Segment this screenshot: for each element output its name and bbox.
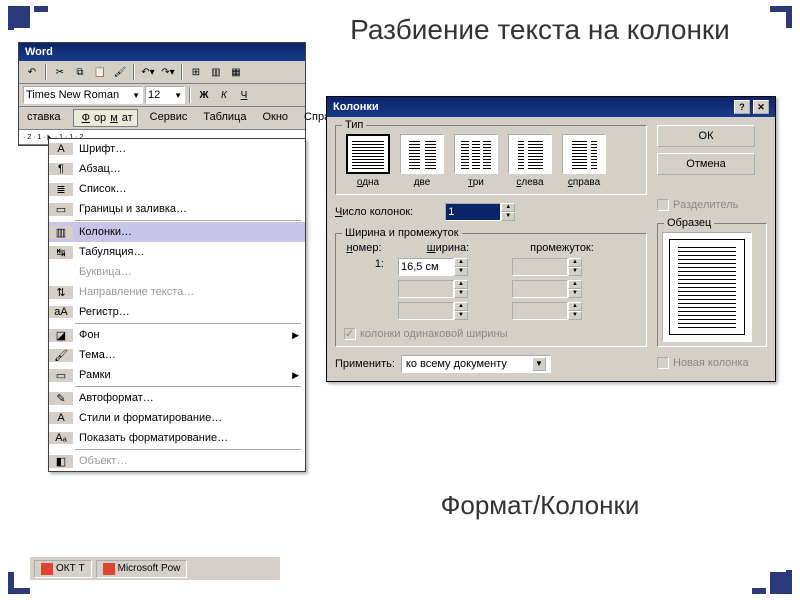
menu-item-icon: ↹ bbox=[49, 246, 73, 259]
word-window: Word ↶ ✂ ⧉ 📋 🖌 ↶▾ ↷▾ ⊞ ▥ ▦ Times New Rom… bbox=[18, 42, 306, 146]
menu-item: ◧Объект… bbox=[49, 451, 305, 471]
word-titlebar: Word bbox=[19, 43, 305, 61]
menu-item[interactable]: ◪Фон▶ bbox=[49, 325, 305, 345]
menu-item[interactable]: ▭Границы и заливка… bbox=[49, 199, 305, 219]
menu-item-icon: ≣ bbox=[49, 183, 73, 196]
menu-item[interactable]: 🖌Тема… bbox=[49, 345, 305, 365]
menu-format[interactable]: Формат bbox=[73, 109, 138, 127]
menu-item-icon: ▭ bbox=[49, 369, 73, 382]
menu-item-icon: aA bbox=[49, 306, 73, 318]
paste-icon[interactable]: 📋 bbox=[91, 63, 109, 81]
brush-icon[interactable]: 🖌 bbox=[111, 63, 129, 81]
menubar: ставка Формат Сервис Таблица Окно Справн bbox=[19, 107, 305, 129]
taskbar: ОКТ Т Microsoft Pow bbox=[30, 556, 280, 580]
menu-item-icon: ▥ bbox=[49, 226, 73, 239]
menu-item-icon: ◪ bbox=[49, 329, 73, 342]
menu-item[interactable]: ≣Список… bbox=[49, 179, 305, 199]
menu-tablica[interactable]: Таблица bbox=[199, 109, 250, 127]
menu-item-icon: A bbox=[49, 412, 73, 424]
toolbar-btn[interactable]: ↶ bbox=[23, 63, 41, 81]
toolbar-btn[interactable]: ▥ bbox=[207, 63, 225, 81]
spin-down-icon[interactable]: ▼ bbox=[501, 212, 515, 221]
width1-spinner[interactable]: ▲▼ bbox=[398, 258, 498, 276]
format-dropdown-menu: AШрифт…¶Абзац…≣Список…▭Границы и заливка… bbox=[48, 138, 306, 472]
menu-item[interactable]: ↹Табуляция… bbox=[49, 242, 305, 262]
bold-button[interactable]: Ж bbox=[195, 86, 213, 104]
menu-vstavka[interactable]: ставка bbox=[23, 109, 65, 127]
chevron-down-icon[interactable]: ▼ bbox=[532, 357, 546, 371]
font-name-combo[interactable]: Times New Roman▼ bbox=[23, 86, 143, 104]
toolbar-btn[interactable]: ▦ bbox=[227, 63, 245, 81]
underline-button[interactable]: Ч bbox=[235, 86, 253, 104]
menu-item-icon: ¶ bbox=[49, 163, 73, 175]
menu-item[interactable]: ✎Автоформат… bbox=[49, 388, 305, 408]
new-column-checkbox: Новая колонка bbox=[657, 357, 767, 369]
menu-item-icon: ◧ bbox=[49, 455, 73, 468]
apply-combo[interactable]: ко всему документу ▼ bbox=[401, 355, 551, 373]
menu-item[interactable]: ▥Колонки… bbox=[49, 222, 305, 242]
num-cols-spinner[interactable]: ▲▼ bbox=[445, 203, 515, 221]
undo-icon[interactable]: ↶▾ bbox=[139, 63, 157, 81]
menu-item-icon: A bbox=[49, 143, 73, 155]
italic-button[interactable]: К bbox=[215, 86, 233, 104]
spin-up-icon[interactable]: ▲ bbox=[501, 203, 515, 212]
menu-servis[interactable]: Сервис bbox=[146, 109, 192, 127]
menu-item-icon: ✎ bbox=[49, 392, 73, 405]
ok-button[interactable]: ОК bbox=[657, 125, 755, 147]
preset-two[interactable]: две bbox=[398, 134, 446, 188]
copy-icon[interactable]: ⧉ bbox=[71, 63, 89, 81]
cancel-button[interactable]: Отмена bbox=[657, 153, 755, 175]
menu-item[interactable]: ▭Рамки▶ bbox=[49, 365, 305, 385]
type-group: Тип однадветрислевасправа bbox=[335, 125, 647, 195]
close-icon[interactable]: ✕ bbox=[753, 100, 769, 114]
menu-item[interactable]: AСтили и форматирование… bbox=[49, 408, 305, 428]
num-cols-input[interactable] bbox=[445, 203, 501, 221]
preview-group: Образец bbox=[657, 223, 767, 347]
equal-width-checkbox: ✓ колонки одинаковой ширины bbox=[344, 328, 638, 340]
slide-subtitle: Формат/Колонки bbox=[300, 490, 780, 521]
menu-item-icon: ⇅ bbox=[49, 286, 73, 299]
submenu-arrow-icon: ▶ bbox=[292, 370, 305, 381]
gap1-spinner[interactable]: ▲▼ bbox=[512, 258, 612, 276]
menu-item-icon: Aₐ bbox=[49, 432, 73, 444]
menu-item-icon: 🖌 bbox=[49, 349, 73, 362]
preset-three[interactable]: три bbox=[452, 134, 500, 188]
menu-item[interactable]: AₐПоказать форматирование… bbox=[49, 428, 305, 448]
menu-item[interactable]: AШрифт… bbox=[49, 139, 305, 159]
num-cols-label: Число колонок: bbox=[335, 206, 413, 218]
menu-item-icon: ▭ bbox=[49, 203, 73, 216]
help-icon[interactable]: ? bbox=[734, 100, 750, 114]
taskbar-item[interactable]: ОКТ Т bbox=[34, 560, 92, 578]
submenu-arrow-icon: ▶ bbox=[292, 330, 305, 341]
redo-icon[interactable]: ↷▾ bbox=[159, 63, 177, 81]
menu-item: Буквица… bbox=[49, 262, 305, 282]
preset-left[interactable]: слева bbox=[506, 134, 554, 188]
width-gap-group: Ширина и промежуток номер: ширина: проме… bbox=[335, 233, 647, 347]
menu-item[interactable]: aAРегистр… bbox=[49, 302, 305, 322]
slide-title: Разбиение текста на колонки bbox=[300, 12, 780, 48]
toolbar-standard: ↶ ✂ ⧉ 📋 🖌 ↶▾ ↷▾ ⊞ ▥ ▦ bbox=[19, 61, 305, 84]
taskbar-item[interactable]: Microsoft Pow bbox=[96, 560, 188, 578]
toolbar-btn[interactable]: ⊞ bbox=[187, 63, 205, 81]
preview-box bbox=[662, 232, 752, 342]
menu-item[interactable]: ¶Абзац… bbox=[49, 159, 305, 179]
preset-one[interactable]: одна bbox=[344, 134, 392, 188]
columns-dialog: Колонки ? ✕ Тип однадветрислевасправа Чи… bbox=[326, 96, 776, 382]
font-size-combo[interactable]: 12▼ bbox=[145, 86, 185, 104]
preset-right[interactable]: справа bbox=[560, 134, 608, 188]
toolbar-format: Times New Roman▼ 12▼ Ж К Ч bbox=[19, 84, 305, 107]
menu-okno[interactable]: Окно bbox=[258, 109, 292, 127]
separator-checkbox: Разделитель bbox=[657, 199, 767, 211]
cut-icon[interactable]: ✂ bbox=[51, 63, 69, 81]
dialog-titlebar: Колонки ? ✕ bbox=[327, 97, 775, 117]
menu-item: ⇅Направление текста… bbox=[49, 282, 305, 302]
